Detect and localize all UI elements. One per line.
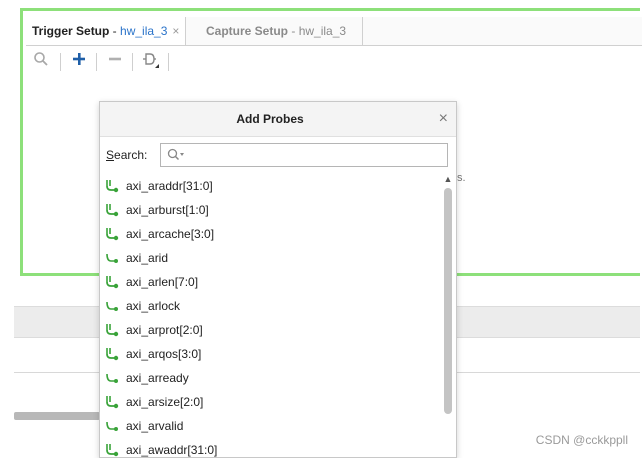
probe-label: axi_arlock bbox=[126, 299, 181, 313]
probe-list-item[interactable]: axi_arsize[2:0] bbox=[104, 392, 434, 412]
probe-label: axi_arprot[2:0] bbox=[126, 323, 203, 337]
probe-list-item[interactable]: axi_arqos[3:0] bbox=[104, 344, 434, 364]
tab-trigger-sep: - bbox=[109, 24, 121, 38]
probe-label: axi_arcache[3:0] bbox=[126, 227, 215, 241]
bus-probe-icon bbox=[104, 202, 120, 218]
tab-capture-setup[interactable]: Capture Setup - hw_ila_3 bbox=[200, 17, 364, 45]
search-label-text: earch: bbox=[114, 148, 148, 162]
probe-list-item[interactable]: axi_arprot[2:0] bbox=[104, 320, 434, 340]
probe-list-item[interactable]: axi_arready bbox=[104, 368, 434, 388]
search-icon[interactable] bbox=[30, 51, 52, 73]
toolbar bbox=[26, 47, 326, 77]
tab-trigger-target: hw_ila_3 bbox=[120, 24, 168, 38]
probe-label: axi_arready bbox=[126, 371, 189, 385]
single-probe-icon bbox=[104, 418, 120, 434]
probe-compare-icon[interactable] bbox=[140, 51, 162, 73]
close-icon[interactable]: × bbox=[439, 102, 448, 136]
bus-probe-icon bbox=[104, 346, 120, 362]
probe-label: axi_arsize[2:0] bbox=[126, 395, 204, 409]
single-probe-icon bbox=[104, 370, 120, 386]
tab-trigger-setup[interactable]: Trigger Setup - hw_ila_3 × bbox=[26, 17, 187, 45]
search-row: Search: bbox=[106, 142, 450, 168]
probe-list-item[interactable]: axi_arcache[3:0] bbox=[104, 224, 434, 244]
tab-capture-title: Capture Setup bbox=[206, 24, 289, 38]
probe-list-item[interactable]: axi_arid bbox=[104, 248, 434, 268]
vertical-scrollbar-thumb[interactable] bbox=[444, 188, 452, 414]
search-label-mnemonic: S bbox=[106, 148, 115, 162]
remove-icon[interactable] bbox=[104, 51, 126, 73]
vertical-scrollbar[interactable]: ▲ bbox=[442, 174, 454, 457]
toolbar-separator bbox=[96, 53, 97, 71]
background-text-fragment: s. bbox=[457, 172, 466, 184]
search-icon[interactable] bbox=[167, 148, 185, 165]
probe-list-item[interactable]: axi_arlock bbox=[104, 296, 434, 316]
search-input[interactable] bbox=[193, 146, 447, 166]
watermark: CSDN @cckkppll bbox=[535, 433, 628, 447]
probe-list: axi_araddr[31:0] axi_arburst[1:0] axi_arca… bbox=[100, 174, 440, 457]
tab-bar: Trigger Setup - hw_ila_3 × Capture Setup … bbox=[26, 17, 642, 46]
probe-label: axi_araddr[31:0] bbox=[126, 179, 213, 193]
probe-list-item[interactable]: axi_arlen[7:0] bbox=[104, 272, 434, 292]
bus-probe-icon bbox=[104, 442, 120, 457]
bus-probe-icon bbox=[104, 226, 120, 242]
bus-probe-icon bbox=[104, 322, 120, 338]
probe-list-item[interactable]: axi_awaddr[31:0] bbox=[104, 440, 434, 457]
probe-label: axi_arlen[7:0] bbox=[126, 275, 199, 289]
probe-label: axi_arvalid bbox=[126, 419, 184, 433]
search-label: Search: bbox=[106, 142, 147, 168]
search-box[interactable] bbox=[160, 143, 448, 167]
dialog-title: Add Probes bbox=[236, 112, 304, 126]
probe-list-item[interactable]: axi_araddr[31:0] bbox=[104, 176, 434, 196]
single-probe-icon bbox=[104, 298, 120, 314]
horizontal-scrollbar-thumb[interactable] bbox=[14, 412, 100, 420]
probe-list-item[interactable]: axi_arvalid bbox=[104, 416, 434, 436]
add-probes-dialog: Add Probes × Search: axi_araddr[31:0] axi… bbox=[99, 101, 457, 458]
probe-label: axi_arqos[3:0] bbox=[126, 347, 202, 361]
scroll-up-icon[interactable]: ▲ bbox=[442, 174, 454, 184]
single-probe-icon bbox=[104, 250, 120, 266]
tab-capture-sep: - bbox=[288, 24, 299, 38]
probe-label: axi_awaddr[31:0] bbox=[126, 443, 218, 457]
probe-list-item[interactable]: axi_arburst[1:0] bbox=[104, 200, 434, 220]
bus-probe-icon bbox=[104, 274, 120, 290]
probe-label: axi_arburst[1:0] bbox=[126, 203, 209, 217]
tab-close-icon[interactable]: × bbox=[172, 24, 179, 38]
dialog-header: Add Probes × bbox=[100, 102, 456, 137]
toolbar-separator bbox=[132, 53, 133, 71]
probe-label: axi_arid bbox=[126, 251, 169, 265]
add-icon[interactable] bbox=[68, 51, 90, 73]
toolbar-separator bbox=[168, 53, 169, 71]
tab-trigger-title: Trigger Setup bbox=[32, 24, 110, 38]
bus-probe-icon bbox=[104, 178, 120, 194]
tab-capture-target: hw_ila_3 bbox=[298, 24, 347, 38]
toolbar-separator bbox=[60, 53, 61, 71]
bus-probe-icon bbox=[104, 394, 120, 410]
